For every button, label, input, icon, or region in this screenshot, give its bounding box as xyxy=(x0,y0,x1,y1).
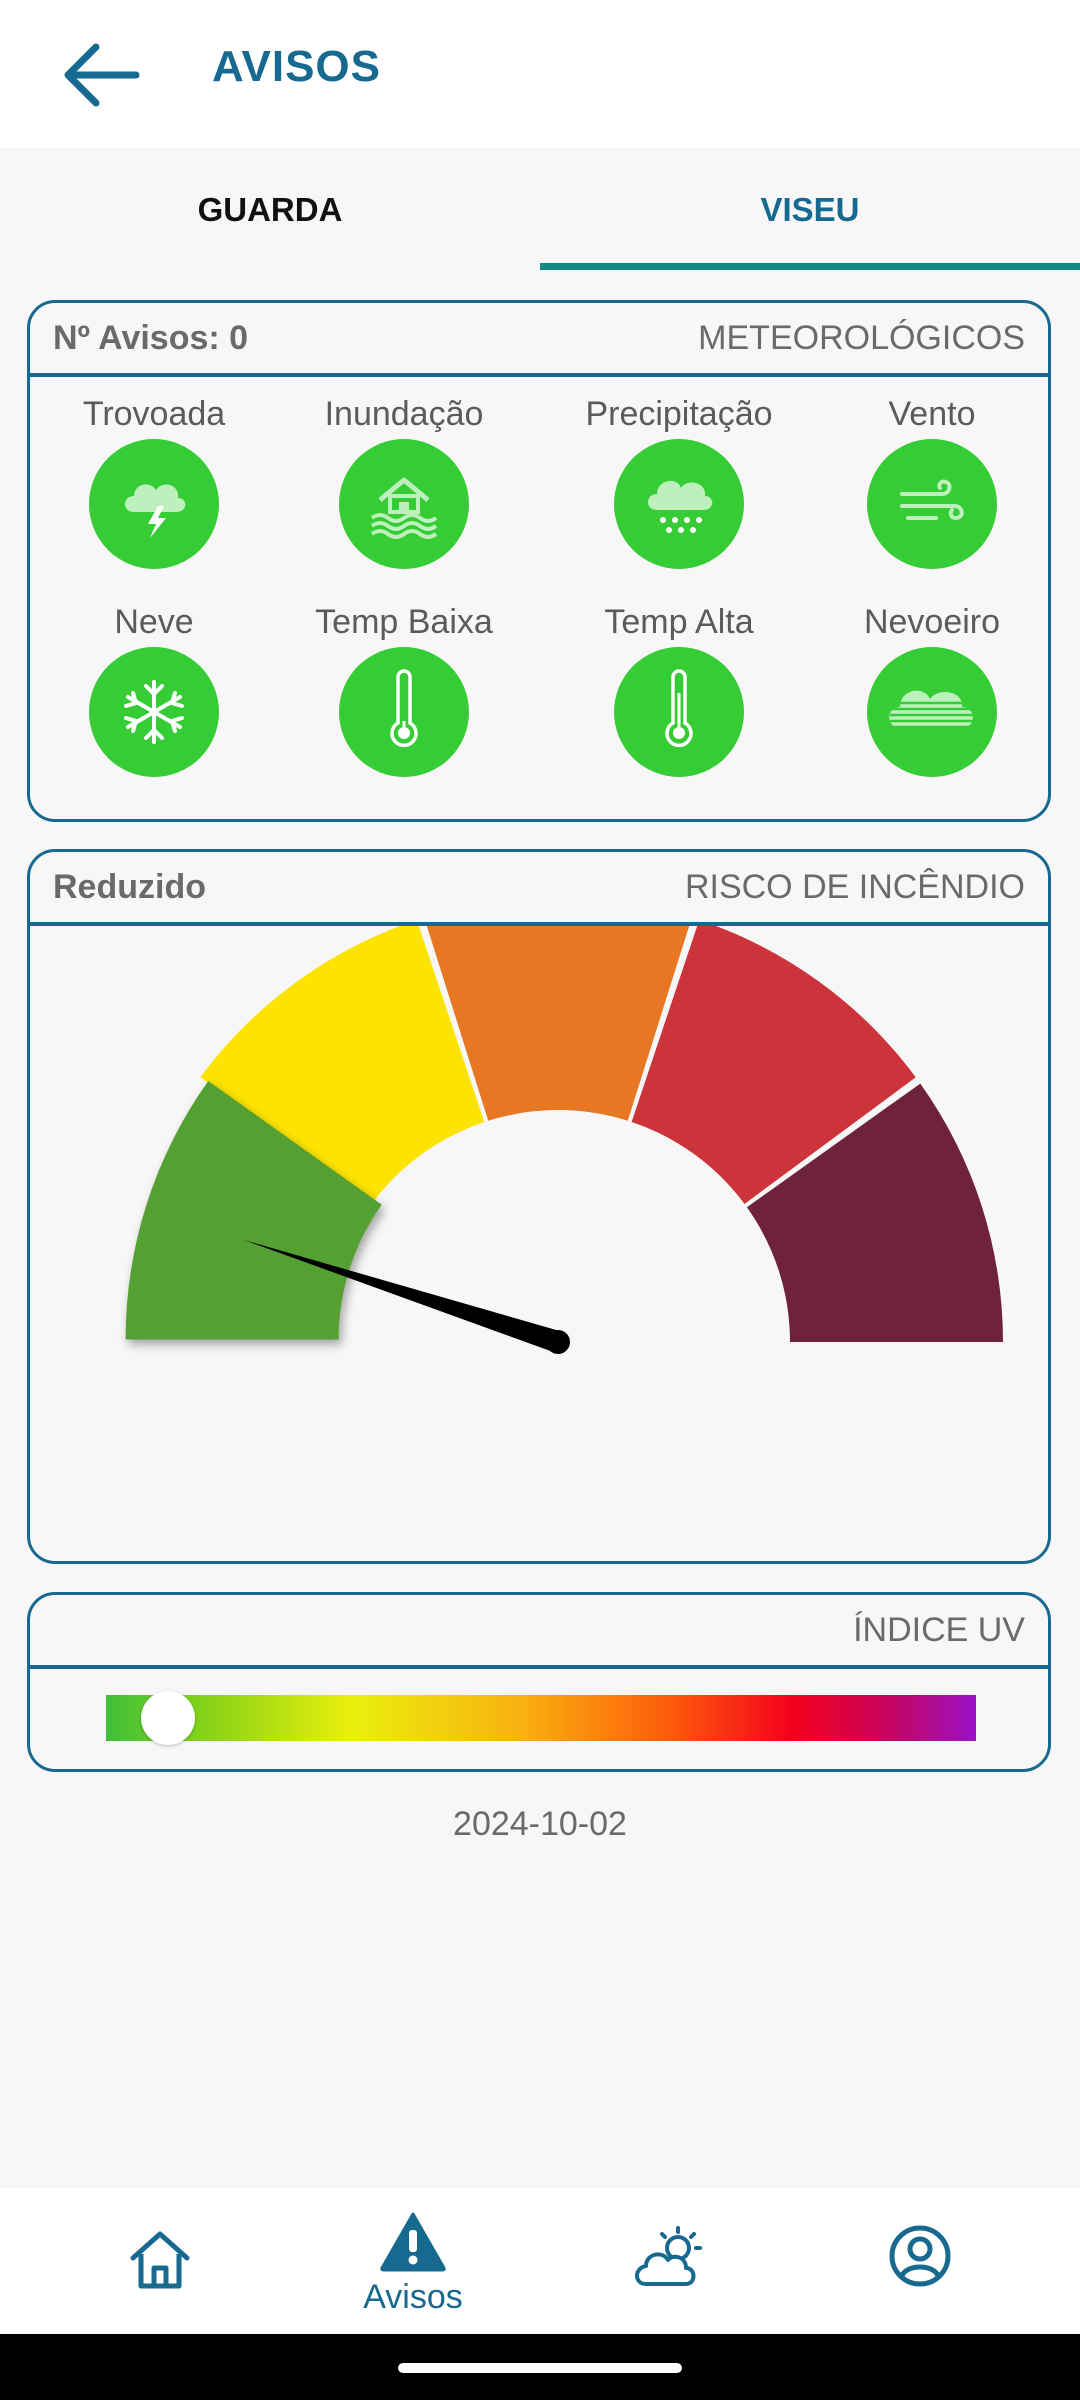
warning-label: Precipitação xyxy=(585,395,773,433)
uv-card-header: ÍNDICE UV xyxy=(30,1595,1048,1669)
warning-status xyxy=(614,439,744,569)
warning-status xyxy=(339,647,469,777)
warning-status xyxy=(89,439,219,569)
warning-label: Temp Alta xyxy=(604,603,754,641)
warning-status xyxy=(867,439,997,569)
uv-index-card: ÍNDICE UV xyxy=(27,1592,1051,1772)
fire-risk-card-header: Reduzido RISCO DE INCÊNDIO xyxy=(30,852,1048,926)
warning-item-vento[interactable]: Vento xyxy=(807,391,1057,569)
back-button[interactable] xyxy=(50,25,150,125)
uv-level-marker xyxy=(140,1691,195,1745)
warning-status xyxy=(867,647,997,777)
nav-home[interactable] xyxy=(25,2188,295,2334)
warning-status xyxy=(339,439,469,569)
fire-risk-level: Reduzido xyxy=(53,868,206,906)
warning-item-temp-alta[interactable]: Temp Alta xyxy=(554,599,804,777)
warning-label: Temp Baixa xyxy=(315,603,493,641)
fire-risk-gauge xyxy=(125,926,1003,1354)
warning-label: Trovoada xyxy=(82,395,226,433)
flood-icon xyxy=(370,477,438,539)
tab-bar: GUARDA VISEU xyxy=(0,148,1080,272)
thermometer-high-icon xyxy=(665,669,693,748)
nav-avisos-label: Avisos xyxy=(363,2278,463,2316)
warnings-card-header: Nº Avisos: 0 METEOROLÓGICOS xyxy=(30,303,1048,377)
warnings-card: Nº Avisos: 0 METEOROLÓGICOS Trovoada Inu… xyxy=(27,300,1051,822)
weather-icon xyxy=(635,2226,702,2286)
tab-guarda[interactable]: GUARDA xyxy=(0,148,540,272)
warning-item-trovoada[interactable]: Trovoada xyxy=(29,391,279,569)
fire-risk-category: RISCO DE INCÊNDIO xyxy=(684,868,1025,906)
warning-status xyxy=(89,647,219,777)
uv-scale-bar xyxy=(106,1695,976,1741)
warning-item-temp-baixa[interactable]: Temp Baixa xyxy=(279,599,529,777)
warning-item-precipitacao[interactable]: Precipitação xyxy=(554,391,804,569)
app-bar: AVISOS xyxy=(0,0,1080,148)
page-title: AVISOS xyxy=(212,42,382,91)
warning-icon xyxy=(380,2212,446,2272)
rain-icon xyxy=(648,480,713,533)
warning-label: Nevoeiro xyxy=(863,603,1001,641)
nav-avisos[interactable]: Avisos xyxy=(278,2188,548,2334)
snow-icon xyxy=(124,680,184,744)
warning-label: Neve xyxy=(114,603,194,641)
profile-icon xyxy=(889,2225,951,2287)
warning-item-neve[interactable]: Neve xyxy=(29,599,279,777)
warnings-count: Nº Avisos: 0 xyxy=(53,319,249,357)
warning-label: Inundação xyxy=(324,395,484,433)
uv-category: ÍNDICE UV xyxy=(853,1611,1025,1649)
fog-icon xyxy=(889,690,974,729)
bottom-navigation: Avisos xyxy=(0,2188,1080,2334)
home-gesture-bar[interactable] xyxy=(398,2363,682,2373)
tab-indicator xyxy=(540,263,1080,270)
arrow-left-icon xyxy=(64,43,140,107)
nav-weather[interactable] xyxy=(532,2188,802,2334)
home-icon xyxy=(130,2231,190,2289)
thermometer-low-icon xyxy=(390,669,418,748)
warning-item-inundacao[interactable]: Inundação xyxy=(279,391,529,569)
warning-label: Vento xyxy=(888,395,976,433)
warning-item-nevoeiro[interactable]: Nevoeiro xyxy=(807,599,1057,777)
gauge-needle-hub xyxy=(546,1330,570,1354)
thunderstorm-icon xyxy=(125,484,186,538)
nav-profile[interactable] xyxy=(785,2188,1055,2334)
update-date: 2024-10-02 xyxy=(453,1805,627,1843)
wind-icon xyxy=(900,479,964,521)
warning-status xyxy=(614,647,744,777)
warnings-category: METEOROLÓGICOS xyxy=(698,319,1025,357)
tab-viseu[interactable]: VISEU xyxy=(540,148,1080,272)
fire-risk-card: Reduzido RISCO DE INCÊNDIO xyxy=(27,849,1051,1564)
